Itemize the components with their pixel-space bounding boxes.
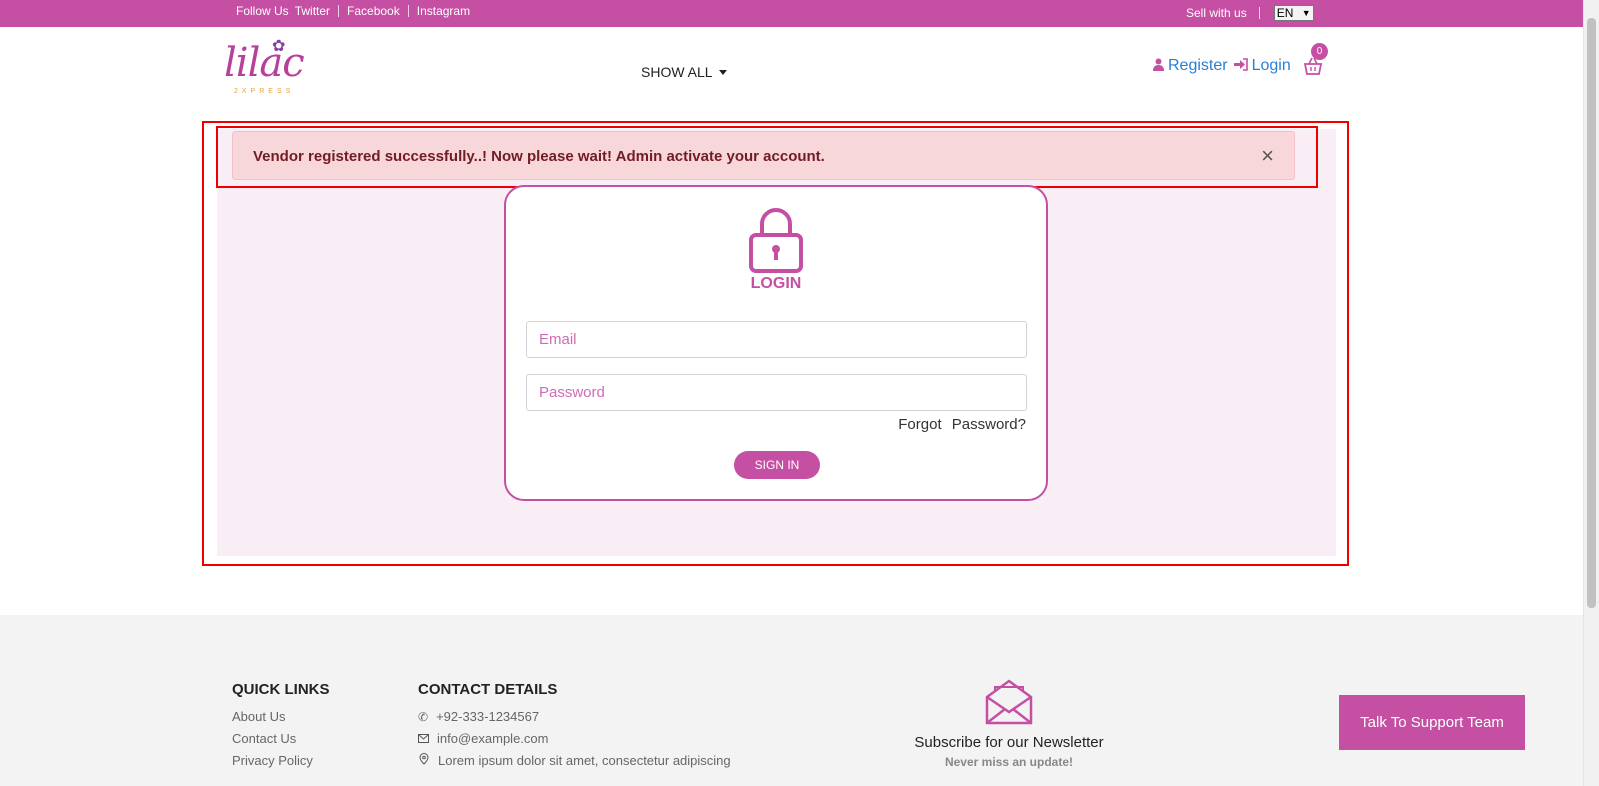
top-bar: Follow Us Twitter Facebook Instagram Sel…	[0, 0, 1583, 27]
chevron-down-icon: ▼	[1301, 8, 1311, 18]
map-pin-icon	[418, 752, 430, 770]
phone-value: +92-333-1234567	[436, 709, 540, 724]
address-value: Lorem ipsum dolor sit amet, consectetur …	[438, 753, 731, 768]
twitter-link[interactable]: Twitter	[295, 5, 338, 17]
login-title: LOGIN	[750, 275, 802, 292]
logo-tagline: 2XPRESS	[234, 88, 295, 95]
show-all-label: SHOW ALL	[641, 64, 713, 80]
login-card: LOGIN Forgot Password? SIGN IN	[504, 185, 1048, 501]
site-logo[interactable]: lilac ✿ 2XPRESS	[224, 36, 306, 98]
sign-in-icon	[1233, 58, 1248, 74]
quick-links-section: QUICK LINKS About Us Contact Us Privacy …	[232, 681, 330, 772]
newsletter-title: Subscribe for our Newsletter	[914, 734, 1104, 751]
contact-details-title: CONTACT DETAILS	[418, 681, 558, 698]
password-field[interactable]	[526, 374, 1027, 411]
privacy-policy-link[interactable]: Privacy Policy	[232, 750, 330, 772]
envelope-icon	[418, 730, 429, 748]
social-links: Follow Us Twitter Facebook Instagram	[236, 5, 478, 17]
phone-icon: ✆	[418, 710, 429, 724]
instagram-link[interactable]: Instagram	[407, 5, 478, 17]
newsletter-section: Subscribe for our Newsletter Never miss …	[893, 679, 1125, 769]
facebook-link[interactable]: Facebook	[338, 5, 408, 17]
login-link[interactable]: Login	[1252, 57, 1291, 75]
contact-us-link[interactable]: Contact Us	[232, 728, 330, 750]
email-value[interactable]: info@example.com	[437, 730, 548, 748]
quick-links-title: QUICK LINKS	[232, 681, 330, 698]
forgot-password-link[interactable]: Forgot Password?	[898, 416, 1026, 433]
newsletter-subtitle: Never miss an update!	[944, 755, 1074, 769]
email-field[interactable]	[526, 321, 1027, 358]
flower-icon: ✿	[272, 38, 286, 55]
highlight-box-alert	[216, 126, 1318, 188]
show-all-menu[interactable]: SHOW ALL	[641, 64, 727, 80]
sell-with-us-link[interactable]: Sell with us	[1186, 7, 1260, 19]
lock-icon	[748, 207, 804, 273]
contact-details-section: CONTACT DETAILS ✆ +92-333-1234567 info@e…	[418, 681, 731, 772]
page-scrollbar[interactable]	[1583, 0, 1599, 786]
register-link[interactable]: Register	[1168, 57, 1228, 75]
support-button[interactable]: Talk To Support Team	[1339, 695, 1525, 750]
user-icon	[1153, 58, 1164, 74]
email-item: info@example.com	[418, 728, 731, 750]
scrollbar-thumb[interactable]	[1587, 18, 1596, 608]
address-item: Lorem ipsum dolor sit amet, consectetur …	[418, 750, 731, 772]
language-select[interactable]: EN ▼	[1273, 5, 1314, 21]
open-envelope-icon	[985, 679, 1033, 729]
sign-in-button[interactable]: SIGN IN	[734, 451, 820, 479]
follow-us-label: Follow Us	[236, 4, 289, 18]
phone-item: ✆ +92-333-1234567	[418, 706, 731, 728]
caret-down-icon	[718, 69, 727, 75]
logo-wordmark: lilac	[224, 40, 305, 86]
footer: QUICK LINKS About Us Contact Us Privacy …	[0, 615, 1583, 786]
language-value: EN	[1276, 6, 1294, 20]
auth-links: Register Login	[1153, 57, 1291, 75]
about-us-link[interactable]: About Us	[232, 706, 330, 728]
cart-count-badge: 0	[1311, 43, 1328, 60]
